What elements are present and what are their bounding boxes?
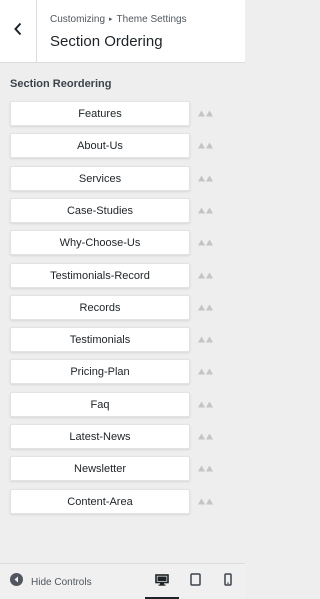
breadcrumb-separator: ▸ [109,16,113,23]
section-item-button[interactable]: Newsletter [10,456,190,481]
list-item: Features [0,101,245,126]
breadcrumb-current: Theme Settings [116,14,187,25]
reorder-arrows-icon[interactable] [198,206,214,214]
breadcrumb: Customizing ▸ Theme Settings [50,14,187,25]
preview-tablet-button[interactable] [184,564,206,599]
customizer-header: Customizing ▸ Theme Settings Section Order… [0,0,245,63]
list-item: Services [0,166,245,191]
section-heading: Section Reordering [10,78,112,90]
section-item-button[interactable]: Case-Studies [10,198,190,223]
chevron-left-icon [13,22,23,41]
list-item: Records [0,295,245,320]
section-item-button[interactable]: Latest-News [10,424,190,449]
reorder-arrows-icon[interactable] [198,271,214,279]
reorder-arrows-icon[interactable] [198,497,214,505]
list-item: Latest-News [0,424,245,449]
section-item-button[interactable]: Testimonials [10,327,190,352]
list-item: Faq [0,392,245,417]
reorder-arrows-icon[interactable] [198,464,214,472]
reorder-arrows-icon[interactable] [198,367,214,375]
section-item-button[interactable]: Testimonials-Record [10,263,190,288]
list-item: Testimonials [0,327,245,352]
list-item: Content-Area [0,489,245,514]
hide-controls-button[interactable]: Hide Controls [10,564,92,599]
reorder-arrows-icon[interactable] [198,432,214,440]
section-item-button[interactable]: Content-Area [10,489,190,514]
reorder-arrows-icon[interactable] [198,141,214,149]
back-button[interactable] [0,0,37,63]
list-item: Case-Studies [0,198,245,223]
list-item: Pricing-Plan [0,359,245,384]
preview-mobile-button[interactable] [217,564,239,599]
list-item: About-Us [0,133,245,158]
collapse-icon [10,573,23,591]
section-item-button[interactable]: Why-Choose-Us [10,230,190,255]
breadcrumb-root: Customizing [50,14,106,25]
section-item-button[interactable]: About-Us [10,133,190,158]
reorder-arrows-icon[interactable] [198,109,214,117]
section-item-button[interactable]: Pricing-Plan [10,359,190,384]
hide-controls-label: Hide Controls [31,576,92,588]
customizer-footer: Hide Controls [0,563,245,599]
section-item-button[interactable]: Records [10,295,190,320]
desktop-icon [155,573,169,591]
list-item: Testimonials-Record [0,263,245,288]
list-item: Why-Choose-Us [0,230,245,255]
preview-desktop-button[interactable] [145,564,179,599]
reorder-arrows-icon[interactable] [198,238,214,246]
section-item-button[interactable]: Services [10,166,190,191]
reorder-arrows-icon[interactable] [198,335,214,343]
section-item-button[interactable]: Features [10,101,190,126]
page-title: Section Ordering [50,33,163,50]
reorder-arrows-icon[interactable] [198,174,214,182]
tablet-icon [189,573,201,591]
reorder-arrows-icon[interactable] [198,303,214,311]
mobile-icon [224,573,232,591]
list-item: Newsletter [0,456,245,481]
reorder-arrows-icon[interactable] [198,400,214,408]
section-item-button[interactable]: Faq [10,392,190,417]
